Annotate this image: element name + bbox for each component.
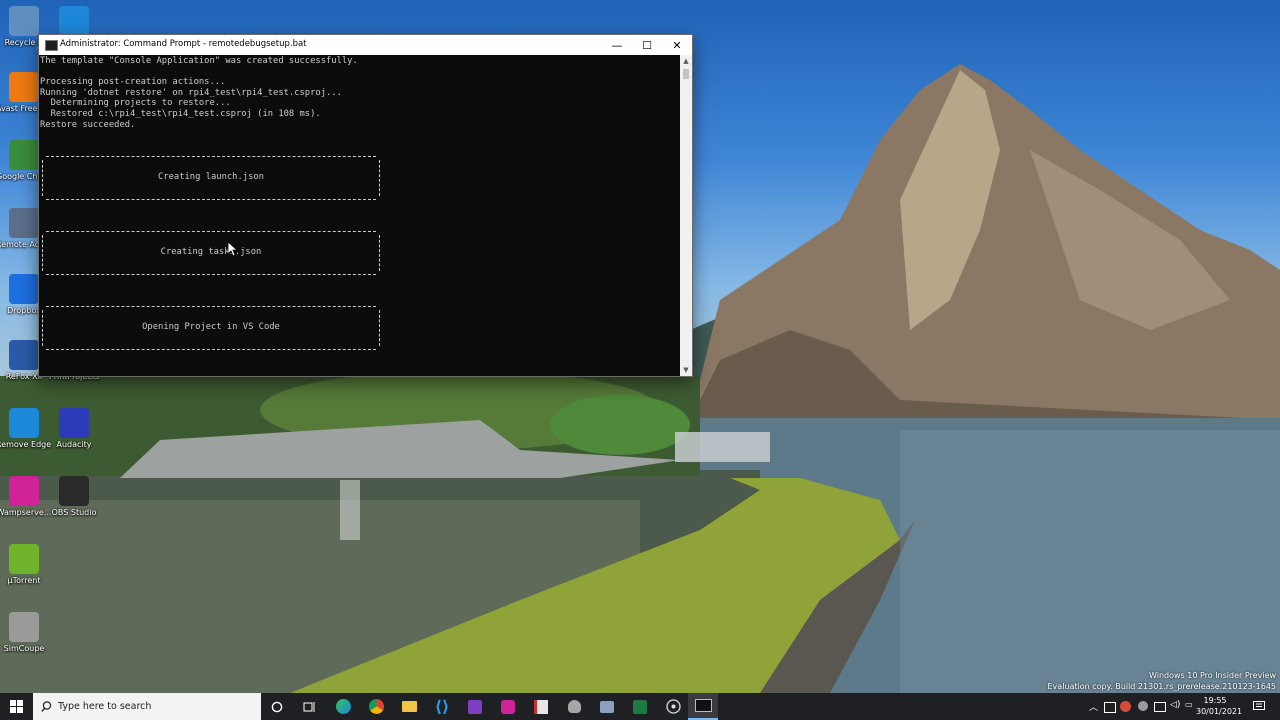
excel-icon: [633, 699, 647, 714]
dropbox-icon: [9, 274, 39, 304]
show-hidden-icons-button[interactable]: ︿: [1089, 700, 1098, 713]
chrome-icon: [368, 699, 384, 714]
refox-icon: [9, 340, 39, 370]
cmd-app-icon: [45, 40, 58, 51]
audacity-icon: [59, 408, 89, 438]
desktop-icon-label: Wampserve...: [0, 508, 52, 517]
utorrent-icon: [9, 544, 39, 574]
system-clock[interactable]: 19:55 30/01/2021: [1196, 695, 1243, 717]
desktop-icon-1[interactable]: [46, 6, 102, 38]
console-box-tasks: Creating tasks.json: [42, 231, 380, 275]
network-icon[interactable]: [1154, 702, 1166, 712]
minimize-button[interactable]: —: [602, 35, 632, 55]
document-icon: [534, 699, 548, 714]
console-box-vscode: Opening Project in VS Code: [42, 306, 380, 350]
close-button[interactable]: ✕: [662, 35, 692, 55]
tray-keyboard-icon[interactable]: ▭: [1185, 700, 1193, 709]
action-center-button[interactable]: [1246, 693, 1272, 720]
taskbar-excel[interactable]: [625, 693, 655, 720]
desktop-icon-12[interactable]: µTorrent: [0, 544, 52, 586]
volume-icon[interactable]: ◁): [1170, 700, 1180, 710]
tray-device-icon[interactable]: [1104, 702, 1116, 713]
avast-icon: [9, 72, 39, 102]
taskbar: Type here to search ⟨⟩ ︿ ◁) ▭ 19:55 30/0…: [0, 693, 1280, 720]
start-button[interactable]: [0, 693, 33, 720]
simcoupe-icon: [567, 700, 581, 713]
desktop-icon-11[interactable]: OBS Studio: [46, 476, 102, 518]
console-box-text: Opening Project in VS Code: [142, 322, 280, 332]
watermark-edition: Windows 10 Pro Insider Preview: [1148, 671, 1276, 680]
task-view-icon: [303, 701, 314, 712]
taskbar-search-box[interactable]: Type here to search: [33, 693, 261, 720]
clock-date: 30/01/2021: [1196, 707, 1243, 716]
task-view-button[interactable]: [295, 693, 323, 720]
vscode-icon: ⟨⟩: [434, 696, 450, 716]
window-titlebar[interactable]: Administrator: Command Prompt - remotede…: [39, 35, 692, 55]
search-placeholder: Type here to search: [58, 701, 152, 712]
wampserver-icon: [9, 476, 39, 506]
console-box-text: Creating launch.json: [158, 172, 264, 182]
taskbar-command-prompt[interactable]: [688, 693, 718, 720]
taskbar-chrome[interactable]: [361, 693, 391, 720]
cmd-icon: [694, 699, 712, 712]
windows-watermark: Windows 10 Pro Insider Preview Evaluatio…: [1048, 670, 1277, 692]
scroll-down-arrow-icon[interactable]: ▼: [680, 364, 692, 376]
scrollbar-thumb[interactable]: [683, 69, 689, 79]
notification-icon: [1253, 701, 1265, 710]
maximize-button[interactable]: ☐: [632, 35, 662, 55]
visual-studio-icon: [468, 699, 482, 714]
cortana-button[interactable]: [263, 693, 291, 720]
desktop-icon-label: SimCoupe: [3, 644, 45, 653]
edge-icon: [335, 699, 351, 714]
taskbar-obs[interactable]: [658, 693, 688, 720]
taskbar-edge[interactable]: [328, 693, 358, 720]
taskbar-remote-app[interactable]: [592, 693, 622, 720]
desktop-icon-10[interactable]: Wampserve...: [0, 476, 52, 518]
edge-icon: [9, 408, 39, 438]
folder-icon: [401, 701, 417, 712]
wampserver-icon: [501, 699, 515, 714]
taskbar-vscode[interactable]: ⟨⟩: [427, 693, 457, 720]
recycle-bin-icon: [9, 6, 39, 36]
simcoupe-icon: [9, 612, 39, 642]
taskbar-wampserver[interactable]: [493, 693, 523, 720]
taskbar-document-app[interactable]: [526, 693, 556, 720]
console-box-text: Creating tasks.json: [160, 247, 262, 257]
console-box-launch: Creating launch.json: [42, 156, 380, 200]
taskbar-visual-studio[interactable]: [460, 693, 490, 720]
desktop-icon-13[interactable]: SimCoupe: [0, 612, 52, 654]
watermark-build: Evaluation copy. Build 21301.rs_prerelea…: [1047, 682, 1277, 691]
desktop-icon-8[interactable]: Remove Edge Appxfnl: [0, 408, 52, 450]
clock-time: 19:55: [1203, 696, 1227, 705]
remote-access-icon: [9, 208, 39, 238]
desktop-icon-label: Audacity: [56, 440, 92, 449]
desktop-icon-label: Remove Edge Appxfnl: [0, 440, 52, 449]
chrome-icon: [9, 140, 39, 170]
cortana-circle-icon: [271, 701, 283, 712]
window-title: Administrator: Command Prompt - remotede…: [60, 39, 307, 49]
tray-app-icon[interactable]: [1138, 701, 1148, 711]
scroll-up-arrow-icon[interactable]: ▲: [680, 55, 692, 67]
taskbar-simcoupe[interactable]: [559, 693, 589, 720]
console-log-text: The template "Console Application" was c…: [40, 56, 358, 130]
desktop-icon-label: OBS Studio: [51, 508, 97, 517]
desktop-icon-9[interactable]: Audacity: [46, 408, 102, 450]
obs-icon: [59, 476, 89, 506]
obs-icon: [665, 699, 681, 714]
tray-antivirus-icon[interactable]: [1120, 701, 1131, 712]
windows-logo-icon: [10, 700, 23, 713]
vertical-scrollbar[interactable]: ▲ ▼: [680, 55, 692, 376]
search-icon: [41, 701, 52, 712]
desktop-icon-label: µTorrent: [7, 576, 41, 585]
edge-icon: [59, 6, 89, 36]
taskbar-file-explorer[interactable]: [394, 693, 424, 720]
mouse-cursor-icon: [228, 242, 238, 257]
remote-access-icon: [600, 700, 614, 713]
